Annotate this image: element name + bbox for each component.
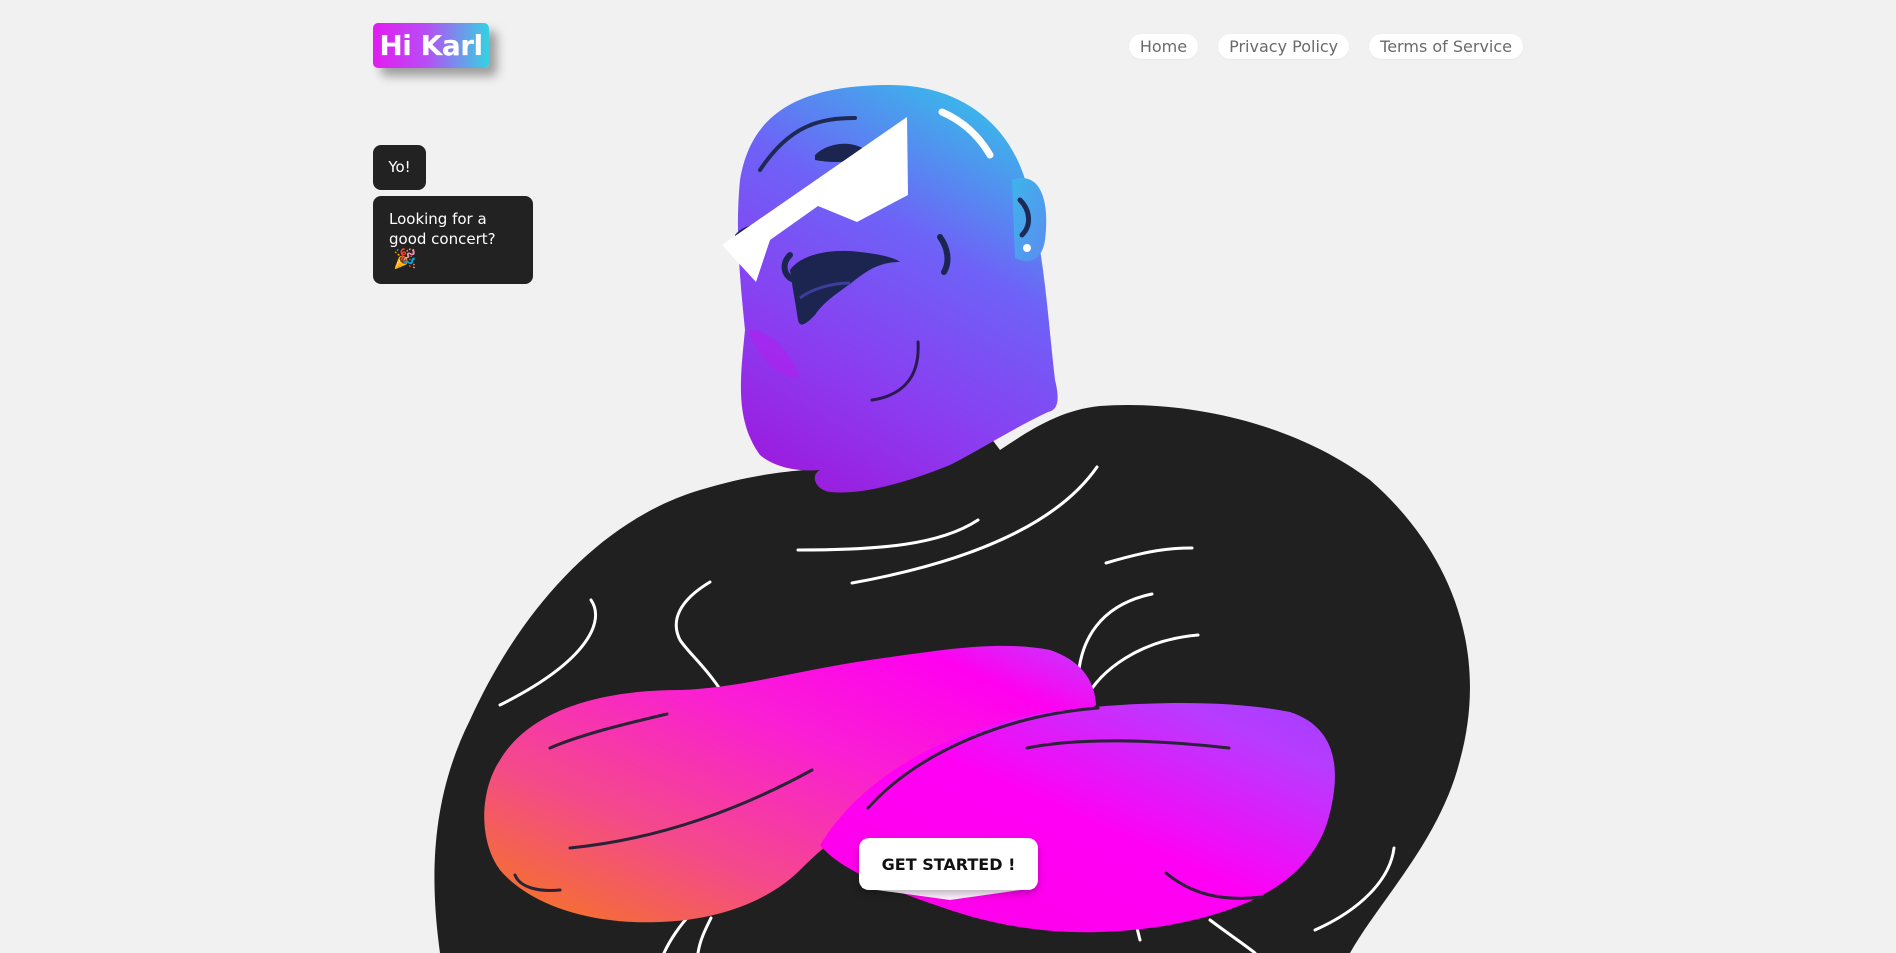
nav-link-terms-of-service[interactable]: Terms of Service xyxy=(1369,34,1523,59)
chat-bubble-greeting: Yo! xyxy=(373,145,426,190)
logo[interactable]: Hi Karl xyxy=(373,23,489,68)
chat-bubble-greeting-text: Yo! xyxy=(388,158,411,176)
nav-link-home[interactable]: Home xyxy=(1128,34,1199,59)
page: Hi Karl Home Privacy Policy Terms of Ser… xyxy=(0,0,1896,953)
party-popper-icon: 🎉 xyxy=(393,248,417,270)
hero-illustration xyxy=(434,85,1470,953)
nav-link-privacy-policy[interactable]: Privacy Policy xyxy=(1218,34,1350,59)
chat-bubble-question-text: Looking for a good concert? xyxy=(389,210,496,248)
chat-bubble-question: Looking for a good concert? 🎉 xyxy=(373,196,533,284)
main-nav: Home Privacy Policy Terms of Service xyxy=(1128,34,1523,59)
get-started-button[interactable]: GET STARTED ! xyxy=(859,838,1038,890)
